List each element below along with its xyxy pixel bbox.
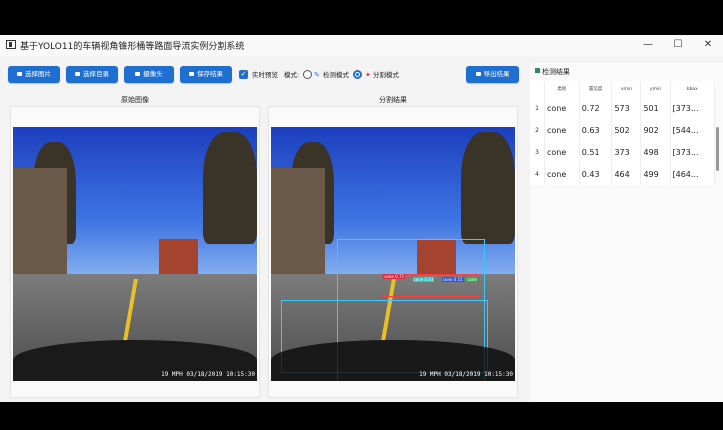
list-icon xyxy=(535,68,540,73)
maximize-button[interactable]: ☐ xyxy=(668,38,688,52)
app-icon xyxy=(6,40,16,49)
export-icon xyxy=(475,72,481,76)
window-title: 基于YOLO11的车辆视角锥形桶等路面导流实例分割系统 xyxy=(20,42,245,52)
detection-tag: cone 0.51 xyxy=(441,276,464,282)
detection-tag: cone xyxy=(466,276,478,282)
column-header: 类别 xyxy=(544,81,580,97)
column-header: ymin xyxy=(640,81,671,97)
image-icon xyxy=(17,72,22,76)
folder-icon xyxy=(75,72,80,76)
timestamp-overlay: 19 MPH 03/18/2019 10:15:30 xyxy=(161,371,255,378)
detection-tag: cone 0.63 xyxy=(412,276,435,282)
realtime-preview-label: 实时预览 xyxy=(252,71,278,79)
search-icon: ✎ xyxy=(314,71,320,79)
segmentation-image: cone 0.72 cone 0.63 cone 0.51 cone 19 MP… xyxy=(271,127,515,381)
detect-mode-label: 检测模式 xyxy=(323,71,349,79)
export-result-button[interactable]: 导出结果 xyxy=(466,66,519,83)
app-window: 基于YOLO11的车辆视角锥形桶等路面导流实例分割系统 — ☐ ✕ 选择图片 选… xyxy=(0,35,723,402)
column-header: bbox xyxy=(670,81,715,97)
toolbar: 选择图片 选择目录 摄像头 保存结果 ✓ 实时预览 模式: ✎ 检测模式 ✦ 分… xyxy=(0,63,530,85)
segment-icon: ✦ xyxy=(365,71,371,79)
realtime-preview-checkbox[interactable]: ✓ xyxy=(239,70,248,79)
detection-tag: cone 0.72 xyxy=(383,274,406,280)
table-row[interactable]: 1 cone 0.72 573 501 [373... xyxy=(530,97,715,119)
table-scrollbar[interactable] xyxy=(716,127,719,171)
close-button[interactable]: ✕ xyxy=(698,38,718,52)
original-image: 19 MPH 03/18/2019 10:15:30 xyxy=(13,127,257,381)
minimize-button[interactable]: — xyxy=(638,38,658,52)
table-row[interactable]: 2 cone 0.63 502 902 [544... xyxy=(530,119,715,141)
title-bar: 基于YOLO11的车辆视角锥形桶等路面导流实例分割系统 — ☐ ✕ xyxy=(0,35,723,56)
detection-results-title: 检测结果 xyxy=(542,68,570,76)
mode-label: 模式: xyxy=(284,71,300,79)
camera-icon xyxy=(135,72,141,76)
table-row[interactable]: 4 cone 0.43 464 499 [464... xyxy=(530,163,715,185)
original-image-title: 原始图像 xyxy=(121,96,149,104)
timestamp-overlay: 19 MPH 03/18/2019 10:15:30 xyxy=(419,371,513,378)
detect-mode-radio[interactable] xyxy=(303,70,312,79)
select-folder-button[interactable]: 选择目录 xyxy=(66,66,118,83)
detection-results-panel: 检测结果 类别 置信度 xmin ymin bbox 1 cone 0.72 5… xyxy=(530,63,723,402)
camera-button[interactable]: 摄像头 xyxy=(124,66,174,83)
results-table: 类别 置信度 xmin ymin bbox 1 cone 0.72 573 50… xyxy=(530,81,715,185)
segment-mode-label: 分割模式 xyxy=(373,71,399,79)
save-icon xyxy=(189,72,194,76)
save-result-button[interactable]: 保存结果 xyxy=(180,66,232,83)
segment-mode-radio[interactable] xyxy=(353,70,362,79)
column-header: xmin xyxy=(611,81,642,97)
select-image-button[interactable]: 选择图片 xyxy=(8,66,60,83)
table-row[interactable]: 3 cone 0.51 373 498 [373... xyxy=(530,141,715,163)
segmentation-result-title: 分割结果 xyxy=(379,96,407,104)
column-header: 置信度 xyxy=(579,81,613,97)
